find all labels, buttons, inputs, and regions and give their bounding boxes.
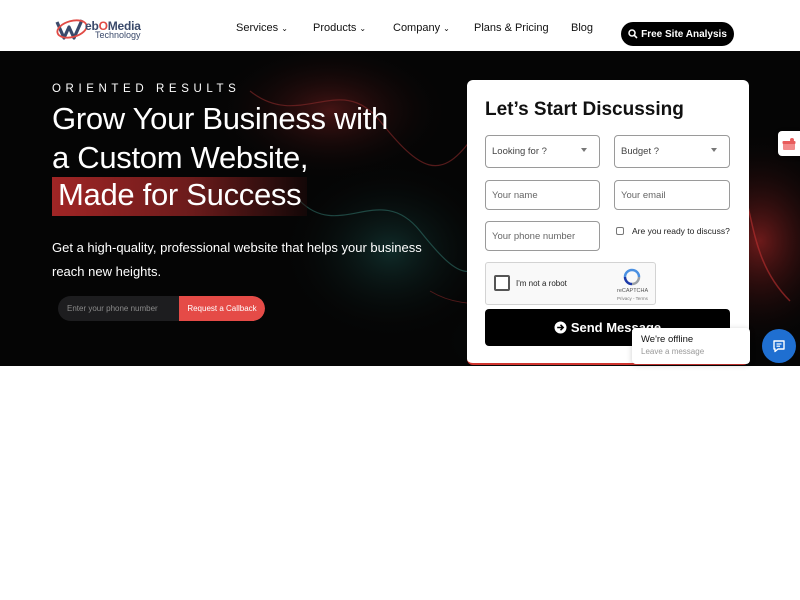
caret-down-icon xyxy=(711,148,717,152)
form-title: Let’s Start Discussing xyxy=(485,99,684,120)
ready-checkbox[interactable] xyxy=(616,227,624,235)
caret-down-icon xyxy=(581,148,587,152)
chat-offline-bubble[interactable]: We're offline Leave a message xyxy=(632,328,750,364)
budget-select[interactable]: Budget ? xyxy=(614,135,730,168)
cta-label: Free Site Analysis xyxy=(641,28,727,40)
nav-label: Products xyxy=(313,22,357,34)
logo[interactable]: ebOMedia Technology xyxy=(55,14,150,44)
nav-products[interactable]: Products ⌄ xyxy=(313,22,366,34)
recaptcha-links[interactable]: Privacy - Terms xyxy=(617,296,648,301)
nav-label: Company xyxy=(393,22,441,34)
recaptcha-checkbox[interactable] xyxy=(494,275,510,291)
hero-headline-line-1: Grow Your Business with xyxy=(52,101,388,136)
hero-eyebrow: ORIENTED RESULTS xyxy=(52,83,241,95)
search-icon xyxy=(628,29,638,39)
arrow-right-circle-icon xyxy=(554,321,567,334)
site-header: ebOMedia Technology Services ⌄ Products ⌄ … xyxy=(0,0,800,51)
nav-plans-pricing[interactable]: Plans & Pricing xyxy=(474,22,549,34)
select-value: Budget ? xyxy=(621,146,660,157)
phone-field[interactable] xyxy=(485,221,600,251)
nav-label: Plans & Pricing xyxy=(474,22,549,34)
phone-input[interactable] xyxy=(492,222,599,250)
nav-blog[interactable]: Blog xyxy=(571,22,593,34)
name-input[interactable] xyxy=(492,181,599,209)
request-callback-button[interactable]: Request a Callback xyxy=(179,296,265,321)
email-input[interactable] xyxy=(621,181,729,209)
hero-headline-line-3: Made for Success xyxy=(52,177,308,216)
contact-form-card: Let’s Start Discussing Looking for ? Bud… xyxy=(467,80,749,365)
gift-icon xyxy=(782,137,796,150)
recaptcha-widget: I'm not a robot reCAPTCHA Privacy - Term… xyxy=(485,262,656,305)
select-value: Looking for ? xyxy=(492,146,547,157)
chevron-down-icon: ⌄ xyxy=(281,23,288,33)
nav-label: Services xyxy=(236,22,279,34)
chat-icon xyxy=(773,340,785,353)
logo-swoosh-icon xyxy=(55,19,88,40)
chat-subtitle: Leave a message xyxy=(641,347,705,356)
recaptcha-brand: reCAPTCHA xyxy=(617,288,649,294)
callback-form: Request a Callback xyxy=(58,296,265,321)
looking-for-select[interactable]: Looking for ? xyxy=(485,135,600,168)
ready-label: Are you ready to discuss? xyxy=(632,226,730,236)
name-field[interactable] xyxy=(485,180,600,210)
chevron-down-icon: ⌄ xyxy=(443,23,450,33)
chat-status: We're offline xyxy=(641,334,694,345)
chat-launcher-button[interactable] xyxy=(762,329,796,363)
nav-label: Blog xyxy=(571,22,594,34)
side-floating-tab[interactable] xyxy=(778,131,800,156)
free-site-analysis-button[interactable]: Free Site Analysis xyxy=(621,22,734,46)
logo-tagline: Technology xyxy=(95,30,141,40)
recaptcha-label: I'm not a robot xyxy=(516,279,567,288)
recaptcha-logo-icon xyxy=(623,268,641,286)
callback-phone-input[interactable] xyxy=(58,296,179,321)
email-field[interactable] xyxy=(614,180,730,210)
hero-headline-line-2: a Custom Website, xyxy=(52,140,309,175)
nav-company[interactable]: Company ⌄ xyxy=(393,22,450,34)
chevron-down-icon: ⌄ xyxy=(359,23,367,33)
nav-services[interactable]: Services ⌄ xyxy=(236,22,288,34)
ready-to-discuss-option[interactable]: Are you ready to discuss? xyxy=(616,226,730,236)
hero-description: Get a high-quality, professional website… xyxy=(52,240,422,279)
